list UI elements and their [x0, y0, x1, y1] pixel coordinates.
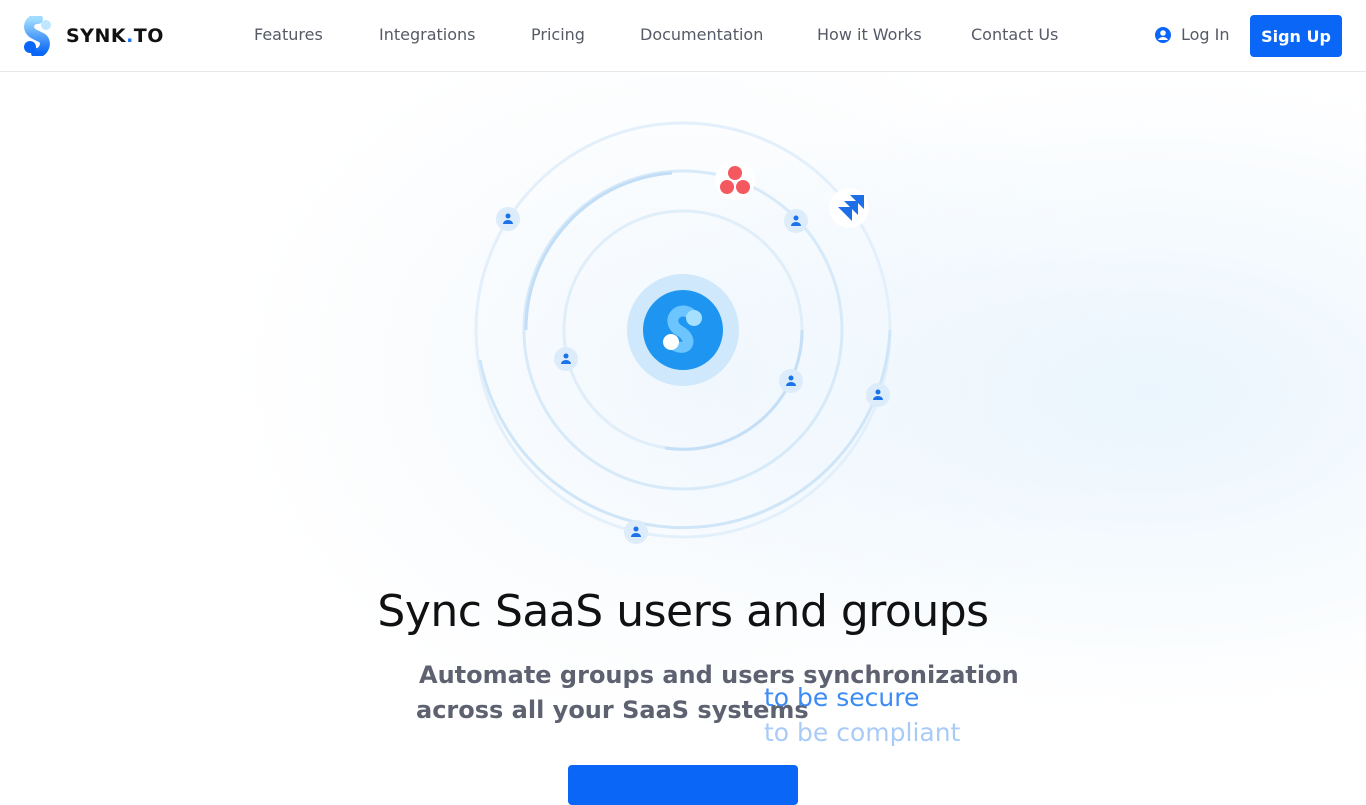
rotating-text-current: to be secure	[764, 683, 920, 712]
orbit-illustration	[474, 121, 892, 544]
asana-icon	[715, 160, 755, 200]
login-link[interactable]: Log In	[1154, 25, 1230, 44]
nav-integrations[interactable]: Integrations	[379, 25, 476, 44]
top-nav: SYNK.TO Features Integrations Pricing Do…	[0, 0, 1366, 72]
brand-name: SYNK.TO	[66, 25, 164, 47]
signup-button[interactable]: Sign Up	[1250, 15, 1342, 57]
nav-pricing[interactable]: Pricing	[531, 25, 585, 44]
nav-documentation[interactable]: Documentation	[640, 25, 763, 44]
user-circle-icon	[1155, 26, 1171, 43]
synk-logo-icon	[24, 16, 51, 56]
hero-title: Sync SaaS users and groups	[377, 586, 989, 637]
login-label: Log In	[1181, 25, 1230, 44]
center-logo	[627, 274, 739, 386]
nav-how-it-works[interactable]: How it Works	[817, 25, 922, 44]
jira-icon	[829, 188, 869, 228]
nav-features[interactable]: Features	[254, 25, 323, 44]
logo[interactable]: SYNK.TO	[24, 16, 164, 56]
cta-button[interactable]	[568, 765, 798, 805]
rotating-text-next: to be compliant	[764, 718, 961, 747]
nav-contact-us[interactable]: Contact Us	[971, 25, 1058, 44]
